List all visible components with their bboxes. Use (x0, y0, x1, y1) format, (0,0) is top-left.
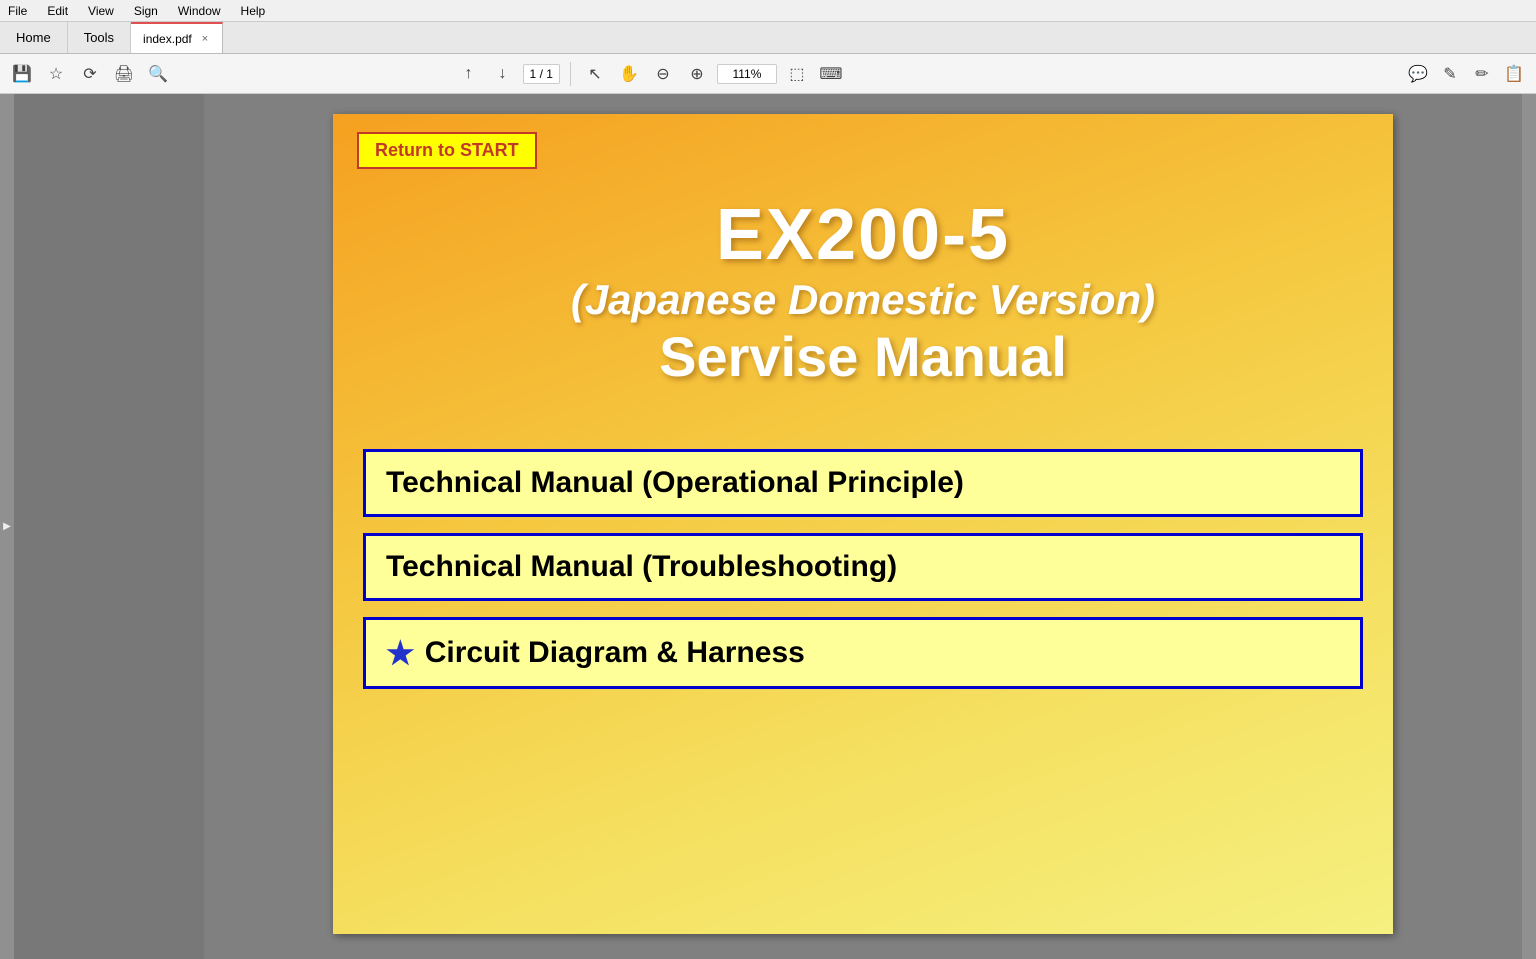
zoom-in-button[interactable]: ⊕ (683, 60, 711, 88)
tab-close-button[interactable]: × (200, 33, 210, 45)
left-panel-toggle[interactable]: ▶ (0, 94, 14, 959)
save-button[interactable]: 💾 (8, 60, 36, 88)
pdf-page: Return to START EX200-5 (Japanese Domest… (333, 114, 1393, 934)
return-to-start-button[interactable]: Return to START (357, 132, 537, 169)
upload-button[interactable]: ⟳ (76, 60, 104, 88)
pdf-area: Return to START EX200-5 (Japanese Domest… (204, 94, 1522, 959)
right-scrollbar[interactable] (1522, 94, 1536, 959)
marquee-button[interactable]: ⌨ (817, 60, 845, 88)
tab-bar: Home Tools index.pdf × (0, 22, 1536, 54)
pen-button[interactable]: ✎ (1436, 60, 1464, 88)
menu-window[interactable]: Window (174, 2, 225, 20)
cursor-tool-button[interactable]: ↖ (581, 60, 609, 88)
main-area: ▶ Return to START EX200-5 (Japanese Dome… (0, 94, 1536, 959)
toolbar-right: 💬 ✎ ✏ 📋 (1404, 60, 1528, 88)
sidebar (14, 94, 204, 959)
link-operational-principle[interactable]: Technical Manual (Operational Principle) (363, 449, 1363, 517)
link-troubleshooting[interactable]: Technical Manual (Troubleshooting) (363, 533, 1363, 601)
search-button[interactable]: 🔍 (144, 60, 172, 88)
links-area: Technical Manual (Operational Principle)… (333, 389, 1393, 729)
bookmark-button[interactable]: ☆ (42, 60, 70, 88)
sub-title: (Japanese Domestic Version) (333, 276, 1393, 324)
toolbar-separator-1 (570, 62, 571, 86)
next-page-button[interactable]: ↓ (489, 60, 517, 88)
toolbar: 💾 ☆ ⟳ 🖨 🔍 ↑ ↓ 1 / 1 ↖ ✋ ⊖ ⊕ 111% ⬚ ⌨ 💬 ✎… (0, 54, 1536, 94)
menu-sign[interactable]: Sign (130, 2, 162, 20)
toolbar-center: ↑ ↓ 1 / 1 ↖ ✋ ⊖ ⊕ 111% ⬚ ⌨ (455, 60, 845, 88)
tab-tools[interactable]: Tools (68, 22, 131, 53)
manual-title: Servise Manual (333, 324, 1393, 389)
menu-bar: File Edit View Sign Window Help (0, 0, 1536, 22)
link-circuit-diagram[interactable]: ★ Circuit Diagram & Harness (363, 617, 1363, 689)
page-current: 1 (530, 67, 537, 81)
page-info[interactable]: 1 / 1 (523, 64, 560, 84)
tab-file[interactable]: index.pdf × (131, 22, 223, 53)
hand-tool-button[interactable]: ✋ (615, 60, 643, 88)
print-button[interactable]: 🖨 (110, 60, 138, 88)
link-operational-principle-label: Technical Manual (Operational Principle) (386, 466, 964, 500)
select-tool-button[interactable]: ⬚ (783, 60, 811, 88)
link-troubleshooting-label: Technical Manual (Troubleshooting) (386, 550, 897, 584)
menu-edit[interactable]: Edit (43, 2, 72, 20)
tab-home[interactable]: Home (0, 22, 68, 53)
link-circuit-diagram-label: Circuit Diagram & Harness (425, 636, 805, 670)
highlight-button[interactable]: ✏ (1468, 60, 1496, 88)
menu-help[interactable]: Help (237, 2, 270, 20)
zoom-level[interactable]: 111% (717, 64, 777, 84)
menu-view[interactable]: View (84, 2, 118, 20)
main-title: EX200-5 (333, 194, 1393, 276)
tab-file-label: index.pdf (143, 32, 192, 46)
page-total: 1 (546, 67, 553, 81)
star-icon: ★ (386, 634, 415, 672)
stamp-button[interactable]: 📋 (1500, 60, 1528, 88)
chevron-right-icon: ▶ (3, 521, 11, 532)
zoom-out-button[interactable]: ⊖ (649, 60, 677, 88)
menu-file[interactable]: File (4, 2, 31, 20)
comment-button[interactable]: 💬 (1404, 60, 1432, 88)
prev-page-button[interactable]: ↑ (455, 60, 483, 88)
